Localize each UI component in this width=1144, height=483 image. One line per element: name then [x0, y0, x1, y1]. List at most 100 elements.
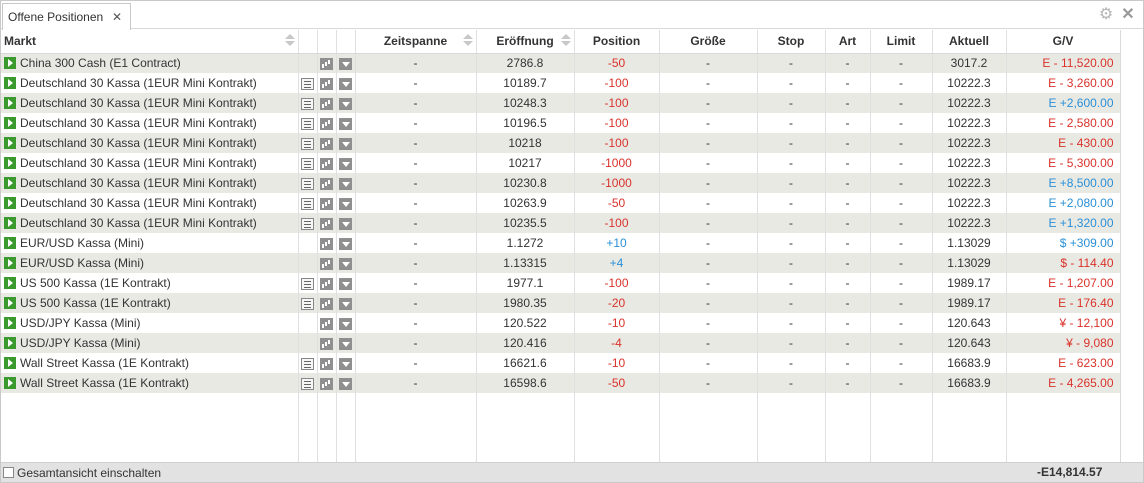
- document-icon[interactable]: [301, 297, 314, 310]
- table-row[interactable]: Deutschland 30 Kassa (1EUR Mini Kontrakt…: [1, 213, 1121, 233]
- col-header-groesse[interactable]: Größe: [659, 30, 758, 54]
- chart-icon[interactable]: [320, 157, 333, 170]
- table-row[interactable]: US 500 Kassa (1E Kontrakt) -1977.1 -100- - -…: [1, 273, 1121, 293]
- market-cell[interactable]: EUR/USD Kassa (Mini): [1, 253, 299, 273]
- market-cell[interactable]: Deutschland 30 Kassa (1EUR Mini Kontrakt…: [1, 153, 299, 173]
- doc-cell[interactable]: [298, 133, 318, 153]
- dropdown-icon[interactable]: [339, 377, 352, 390]
- market-cell[interactable]: Deutschland 30 Kassa (1EUR Mini Kontrakt…: [1, 113, 299, 133]
- play-icon[interactable]: [4, 217, 16, 229]
- table-row[interactable]: Wall Street Kassa (1E Kontrakt) -16621.6-…: [1, 353, 1121, 373]
- document-icon[interactable]: [301, 157, 314, 170]
- menu-cell[interactable]: [336, 293, 356, 313]
- col-header-markt[interactable]: Markt: [1, 30, 299, 54]
- market-cell[interactable]: Deutschland 30 Kassa (1EUR Mini Kontrakt…: [1, 93, 299, 113]
- chart-cell[interactable]: [317, 293, 337, 313]
- chart-icon[interactable]: [320, 58, 333, 71]
- menu-cell[interactable]: [336, 93, 356, 113]
- doc-cell[interactable]: [298, 113, 318, 133]
- document-icon[interactable]: [301, 277, 314, 290]
- play-icon[interactable]: [4, 277, 16, 289]
- doc-cell[interactable]: [298, 213, 318, 233]
- chart-cell[interactable]: [317, 173, 337, 193]
- chart-icon[interactable]: [320, 217, 333, 230]
- play-icon[interactable]: [4, 157, 16, 169]
- market-cell[interactable]: Deutschland 30 Kassa (1EUR Mini Kontrakt…: [1, 213, 299, 233]
- chart-cell[interactable]: [317, 213, 337, 233]
- col-header-gv[interactable]: G/V: [1006, 30, 1121, 54]
- chart-icon[interactable]: [320, 137, 333, 150]
- play-icon[interactable]: [4, 77, 16, 89]
- chart-cell[interactable]: [317, 133, 337, 153]
- chart-icon[interactable]: [320, 97, 333, 110]
- market-cell[interactable]: China 300 Cash (E1 Contract): [1, 53, 299, 73]
- chart-cell[interactable]: [317, 253, 337, 273]
- menu-cell[interactable]: [336, 73, 356, 93]
- menu-cell[interactable]: [336, 313, 356, 333]
- document-icon[interactable]: [301, 177, 314, 190]
- dropdown-icon[interactable]: [339, 277, 352, 290]
- dropdown-icon[interactable]: [339, 97, 352, 110]
- table-row[interactable]: USD/JPY Kassa (Mini) -120.416 -4- - - -120.64…: [1, 333, 1121, 353]
- play-icon[interactable]: [4, 97, 16, 109]
- sort-icon[interactable]: [284, 34, 295, 48]
- menu-cell[interactable]: [336, 133, 356, 153]
- col-header-limit[interactable]: Limit: [870, 30, 933, 54]
- chart-icon[interactable]: [320, 277, 333, 290]
- chart-cell[interactable]: [317, 233, 337, 253]
- col-header-zeitspanne[interactable]: Zeitspanne: [355, 30, 477, 54]
- chart-icon[interactable]: [320, 297, 333, 310]
- table-row[interactable]: EUR/USD Kassa (Mini) -1.13315 +4- - - -1.1302…: [1, 253, 1121, 273]
- play-icon[interactable]: [4, 177, 16, 189]
- dropdown-icon[interactable]: [339, 137, 352, 150]
- gesamtansicht-checkbox[interactable]: [3, 467, 14, 478]
- gesamtansicht-label[interactable]: Gesamtansicht einschalten: [17, 466, 161, 480]
- col-header-art[interactable]: Art: [825, 30, 871, 54]
- chart-cell[interactable]: [317, 113, 337, 133]
- dropdown-icon[interactable]: [339, 357, 352, 370]
- chart-cell[interactable]: [317, 53, 337, 73]
- sort-icon[interactable]: [462, 34, 473, 48]
- chart-cell[interactable]: [317, 153, 337, 173]
- table-row[interactable]: Deutschland 30 Kassa (1EUR Mini Kontrakt…: [1, 113, 1121, 133]
- table-row[interactable]: China 300 Cash (E1 Contract) -2786.8 -50- -…: [1, 53, 1121, 73]
- document-icon[interactable]: [301, 377, 314, 390]
- play-icon[interactable]: [4, 377, 16, 389]
- table-row[interactable]: Deutschland 30 Kassa (1EUR Mini Kontrakt…: [1, 153, 1121, 173]
- dropdown-icon[interactable]: [339, 297, 352, 310]
- doc-cell[interactable]: [298, 293, 318, 313]
- document-icon[interactable]: [301, 117, 314, 130]
- menu-cell[interactable]: [336, 233, 356, 253]
- market-cell[interactable]: EUR/USD Kassa (Mini): [1, 233, 299, 253]
- dropdown-icon[interactable]: [339, 337, 352, 350]
- document-icon[interactable]: [301, 97, 314, 110]
- play-icon[interactable]: [4, 337, 16, 349]
- document-icon[interactable]: [301, 197, 314, 210]
- doc-cell[interactable]: [298, 153, 318, 173]
- col-header-stop[interactable]: Stop: [757, 30, 826, 54]
- menu-cell[interactable]: [336, 333, 356, 353]
- menu-cell[interactable]: [336, 53, 356, 73]
- dropdown-icon[interactable]: [339, 317, 352, 330]
- col-header-aktuell[interactable]: Aktuell: [932, 30, 1007, 54]
- menu-cell[interactable]: [336, 113, 356, 133]
- market-cell[interactable]: US 500 Kassa (1E Kontrakt): [1, 293, 299, 313]
- document-icon[interactable]: [301, 357, 314, 370]
- menu-cell[interactable]: [336, 353, 356, 373]
- dropdown-icon[interactable]: [339, 77, 352, 90]
- doc-cell[interactable]: [298, 173, 318, 193]
- table-row[interactable]: Deutschland 30 Kassa (1EUR Mini Kontrakt…: [1, 93, 1121, 113]
- table-row[interactable]: US 500 Kassa (1E Kontrakt) -1980.35 -20- - -…: [1, 293, 1121, 313]
- dropdown-icon[interactable]: [339, 117, 352, 130]
- sort-icon[interactable]: [560, 34, 571, 48]
- dropdown-icon[interactable]: [339, 58, 352, 71]
- market-cell[interactable]: USD/JPY Kassa (Mini): [1, 333, 299, 353]
- market-cell[interactable]: US 500 Kassa (1E Kontrakt): [1, 273, 299, 293]
- market-cell[interactable]: Deutschland 30 Kassa (1EUR Mini Kontrakt…: [1, 173, 299, 193]
- play-icon[interactable]: [4, 197, 16, 209]
- play-icon[interactable]: [4, 297, 16, 309]
- tab-offene-positionen[interactable]: Offene Positionen ✕: [2, 3, 131, 30]
- table-row[interactable]: USD/JPY Kassa (Mini) -120.522 -10- - - -120.6…: [1, 313, 1121, 333]
- col-header-position[interactable]: Position: [574, 30, 660, 54]
- play-icon[interactable]: [4, 117, 16, 129]
